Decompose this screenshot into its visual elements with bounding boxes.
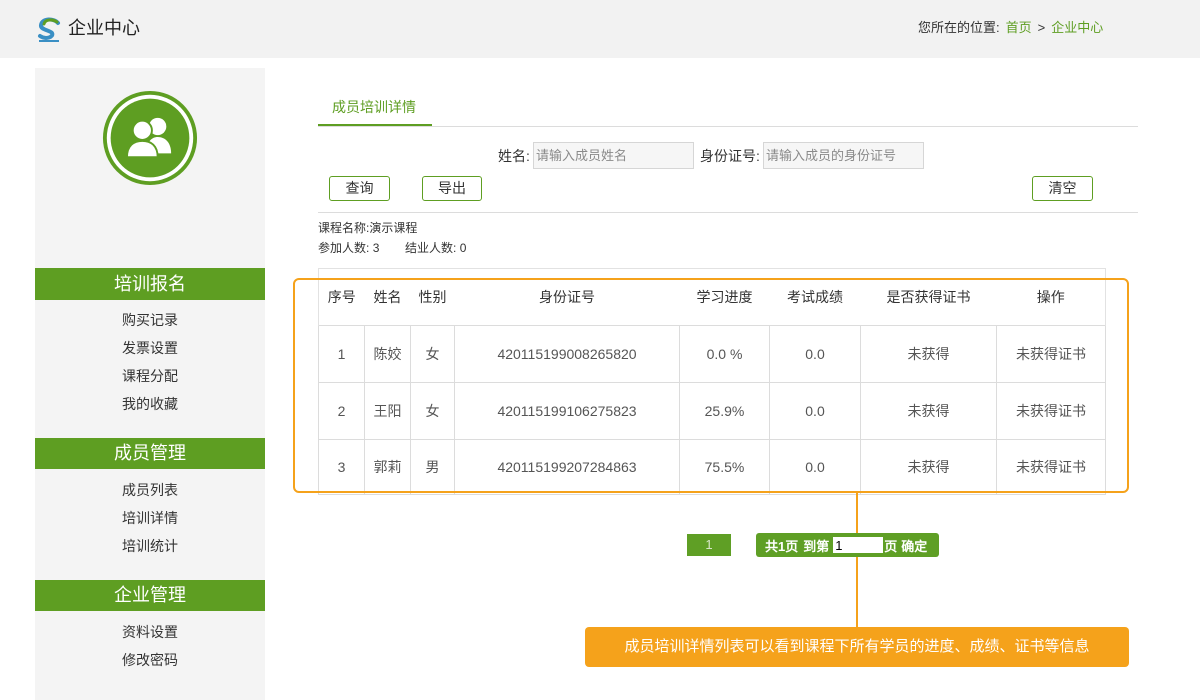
sidebar-section-member-management: 成员管理 [35, 438, 265, 469]
annotation-callout: 成员培训详情列表可以看到课程下所有学员的进度、成绩、证书等信息 [585, 627, 1129, 667]
export-button[interactable]: 导出 [422, 176, 482, 201]
sidebar-item-invoice-settings[interactable]: 发票设置 [122, 338, 178, 358]
pagination-goto-prefix: 到第 [803, 538, 830, 554]
table-row: 2 王阳 女 420115199106275823 25.9% 0.0 未获得 … [318, 382, 1106, 440]
breadcrumb-home-link[interactable]: 首页 [1006, 19, 1032, 37]
tab-member-training-details[interactable]: 成员培训详情 [332, 98, 416, 116]
cell-exam-score: 0.0 [769, 439, 861, 495]
cell-action: 未获得证书 [996, 325, 1106, 383]
tab-divider [318, 126, 1138, 127]
cell-index: 3 [318, 439, 365, 495]
participants-count: 3 [372, 241, 380, 255]
table-header-row: 序号 姓名 性别 身份证号 学习进度 考试成绩 是否获得证书 操作 [318, 268, 1106, 326]
cell-exam-score: 0.0 [769, 382, 861, 440]
cell-action: 未获得证书 [996, 439, 1106, 495]
cell-progress: 0.0 % [679, 325, 770, 383]
company-logo [38, 17, 60, 42]
column-header-exam-score: 考试成绩 [769, 268, 861, 326]
pagination-current-page[interactable]: 1 [687, 534, 731, 556]
graduates-line: 结业人数: 0 [405, 241, 466, 255]
pagination-goto-input[interactable] [833, 537, 884, 553]
breadcrumb-separator: > [1037, 20, 1046, 35]
name-label: 姓名: [498, 148, 530, 164]
sidebar-item-favorites[interactable]: 我的收藏 [122, 394, 178, 414]
training-details-table: 序号 姓名 性别 身份证号 学习进度 考试成绩 是否获得证书 操作 1 陈姣 女… [318, 268, 1106, 495]
callout-connector-line [856, 493, 858, 627]
cell-progress: 75.5% [679, 439, 770, 495]
column-header-gender: 性别 [410, 268, 455, 326]
cell-gender: 女 [410, 325, 455, 383]
sidebar-item-course-allocation[interactable]: 课程分配 [122, 366, 178, 386]
column-header-id-number: 身份证号 [454, 268, 680, 326]
breadcrumb: 您所在的位置: 首页 > 企业中心 [918, 19, 1103, 37]
id-number-label: 身份证号: [700, 148, 760, 164]
participants-label: 参加人数: [318, 241, 370, 255]
cell-gender: 女 [410, 382, 455, 440]
query-button[interactable]: 查询 [329, 176, 390, 201]
cell-id-number: 420115199008265820 [454, 325, 680, 383]
course-name-label: 课程名称: [318, 221, 370, 235]
table-row: 1 陈姣 女 420115199008265820 0.0 % 0.0 未获得 … [318, 325, 1106, 383]
column-header-actions: 操作 [996, 268, 1106, 326]
pagination-goto-suffix: 页 [884, 538, 898, 554]
column-header-index: 序号 [318, 268, 365, 326]
cell-gender: 男 [410, 439, 455, 495]
site-title: 企业中心 [68, 18, 140, 38]
table-row: 3 郭莉 男 420115199207284863 75.5% 0.0 未获得 … [318, 439, 1106, 495]
cell-certificate: 未获得 [860, 439, 997, 495]
cell-action: 未获得证书 [996, 382, 1106, 440]
sidebar-item-change-password[interactable]: 修改密码 [122, 650, 178, 670]
name-search-input[interactable] [533, 142, 694, 169]
sidebar-section-training-signup: 培训报名 [35, 268, 265, 300]
cell-id-number: 420115199106275823 [454, 382, 680, 440]
participants-line: 参加人数: 3 [318, 241, 379, 255]
graduates-label: 结业人数: [405, 241, 457, 255]
column-header-progress: 学习进度 [679, 268, 770, 326]
column-header-certificate: 是否获得证书 [860, 268, 997, 326]
cell-id-number: 420115199207284863 [454, 439, 680, 495]
cell-index: 1 [318, 325, 365, 383]
column-header-name: 姓名 [364, 268, 411, 326]
pagination-goto: 共1页 到第 页 确定 [756, 533, 939, 557]
pagination-confirm-button[interactable]: 确定 [901, 536, 927, 555]
breadcrumb-current-link[interactable]: 企业中心 [1051, 19, 1103, 37]
cell-certificate: 未获得 [860, 382, 997, 440]
cell-index: 2 [318, 382, 365, 440]
cell-name: 陈姣 [364, 325, 411, 383]
graduates-count: 0 [459, 241, 467, 255]
cell-name: 王阳 [364, 382, 411, 440]
sidebar-section-company-management: 企业管理 [35, 580, 265, 611]
cell-name: 郭莉 [364, 439, 411, 495]
course-name-line: 课程名称:演示课程 [318, 221, 417, 235]
sidebar-item-purchase-records[interactable]: 购买记录 [122, 310, 178, 330]
sidebar-item-training-stats[interactable]: 培训统计 [122, 536, 178, 556]
search-divider [318, 212, 1138, 213]
sidebar-item-profile-settings[interactable]: 资料设置 [122, 622, 178, 642]
users-icon [102, 90, 198, 186]
cell-progress: 25.9% [679, 382, 770, 440]
pagination-total: 共1页 [765, 538, 799, 554]
cell-certificate: 未获得 [860, 325, 997, 383]
id-number-search-input[interactable] [763, 142, 924, 169]
clear-button[interactable]: 清空 [1032, 176, 1093, 201]
sidebar-item-training-details[interactable]: 培训详情 [122, 508, 178, 528]
breadcrumb-label: 您所在的位置: [918, 20, 1000, 35]
cell-exam-score: 0.0 [769, 325, 861, 383]
course-name: 演示课程 [369, 221, 418, 235]
sidebar-item-member-list[interactable]: 成员列表 [122, 480, 178, 500]
